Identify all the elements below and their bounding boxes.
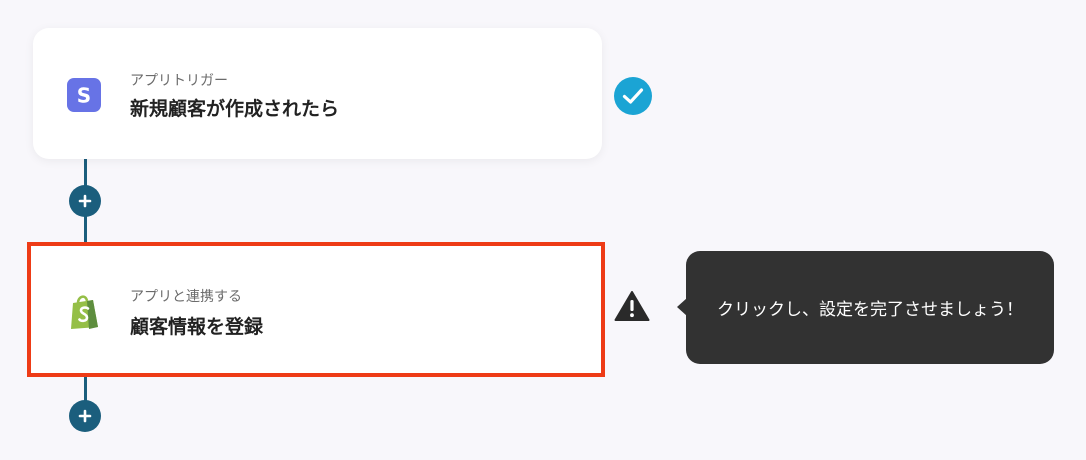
shopify-bag-icon	[67, 293, 101, 329]
add-step-button[interactable]	[69, 400, 101, 432]
stripe-s-icon: S	[67, 78, 101, 112]
warning-icon	[614, 290, 650, 322]
action-title: 顧客情報を登録	[130, 316, 264, 338]
action-step-card[interactable]: アプリと連携する 顧客情報を登録	[27, 242, 605, 377]
trigger-step-card[interactable]: S アプリトリガー 新規顧客が作成されたら	[33, 28, 602, 159]
add-step-button[interactable]	[69, 185, 101, 217]
trigger-title: 新規顧客が作成されたら	[130, 98, 340, 120]
trigger-subtitle: アプリトリガー	[130, 73, 228, 89]
setup-hint-tooltip: クリックし、設定を完了させましょう！	[677, 251, 1054, 364]
plus-icon	[78, 194, 92, 208]
tooltip-text: クリックし、設定を完了させましょう！	[717, 300, 1023, 320]
plus-icon	[78, 409, 92, 423]
action-subtitle: アプリと連携する	[130, 289, 242, 305]
stripe-letter: S	[77, 84, 91, 108]
check-icon	[614, 77, 652, 115]
